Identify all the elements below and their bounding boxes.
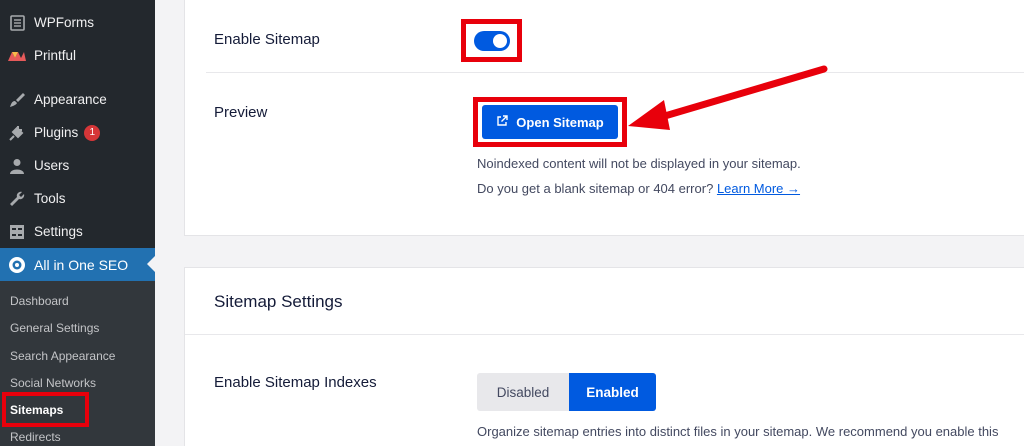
toggle-highlight-box — [461, 19, 522, 62]
noindexed-note: Noindexed content will not be displayed … — [477, 156, 801, 171]
submenu-item-redirects[interactable]: Redirects — [10, 426, 61, 446]
blank-sitemap-question: Do you get a blank sitemap or 404 error? — [477, 181, 714, 196]
sidebar-item-label: Printful — [34, 48, 77, 63]
admin-sidebar: WPForms Printful Appearance Plugins 1 Us… — [0, 0, 155, 446]
toggle-knob — [492, 33, 507, 48]
sitemaps-highlight-box — [2, 392, 89, 427]
paintbrush-icon — [8, 91, 26, 109]
disabled-option[interactable]: Disabled — [477, 373, 569, 411]
sidebar-item-label: Users — [34, 158, 70, 173]
sidebar-item-all-in-one-seo[interactable]: All in One SEO — [0, 248, 155, 281]
red-arrow-annotation — [628, 65, 828, 130]
sitemap-settings-title: Sitemap Settings — [214, 292, 343, 311]
sidebar-item-plugins[interactable]: Plugins 1 — [0, 116, 155, 149]
sidebar-item-tools[interactable]: Tools — [0, 182, 155, 215]
sidebar-item-appearance[interactable]: Appearance — [0, 83, 155, 116]
sidebar-item-label: All in One SEO — [34, 256, 129, 273]
open-sitemap-label: Open Sitemap — [516, 114, 604, 130]
external-link-icon — [496, 114, 508, 130]
user-icon — [8, 157, 26, 175]
update-count-badge: 1 — [84, 124, 101, 141]
row-divider — [206, 72, 1024, 73]
learn-more-link[interactable]: Learn More → — [717, 181, 800, 196]
enable-sitemap-label: Enable Sitemap — [214, 31, 320, 48]
preview-label: Preview — [214, 104, 268, 121]
printful-icon — [8, 47, 26, 65]
enable-sitemap-toggle[interactable] — [473, 30, 510, 51]
submenu-item-social-networks[interactable]: Social Networks — [10, 372, 96, 394]
plugin-icon — [8, 124, 26, 142]
submenu-item-general-settings[interactable]: General Settings — [10, 317, 99, 339]
sidebar-item-label: WPForms — [34, 15, 94, 30]
sidebar-item-printful[interactable]: Printful — [0, 39, 155, 72]
row-divider — [185, 334, 1024, 335]
button-highlight-box: Open Sitemap — [473, 97, 627, 147]
sitemap-indexes-segmented-control: Disabled Enabled — [477, 373, 656, 411]
submenu-item-dashboard[interactable]: Dashboard — [10, 290, 69, 312]
sidebar-item-users[interactable]: Users — [0, 149, 155, 182]
sidebar-item-settings[interactable]: Settings — [0, 215, 155, 248]
settings-icon — [8, 223, 26, 241]
sidebar-item-label: Tools — [34, 191, 66, 206]
sidebar-item-label: Settings — [34, 224, 83, 239]
sidebar-item-wpforms[interactable]: WPForms — [0, 6, 155, 39]
enabled-option[interactable]: Enabled — [569, 373, 656, 411]
enable-sitemap-indexes-label: Enable Sitemap Indexes — [214, 374, 377, 391]
submenu-item-search-appearance[interactable]: Search Appearance — [10, 345, 115, 367]
open-sitemap-button[interactable]: Open Sitemap — [482, 105, 618, 139]
blank-sitemap-note: Do you get a blank sitemap or 404 error?… — [477, 181, 800, 196]
wrench-icon — [8, 190, 26, 208]
sidebar-item-label: Plugins — [34, 125, 79, 140]
wpforms-icon — [8, 14, 26, 32]
sidebar-item-label: Appearance — [34, 92, 107, 107]
sitemap-indexes-description: Organize sitemap entries into distinct f… — [477, 424, 999, 439]
aioseo-icon — [8, 256, 26, 274]
